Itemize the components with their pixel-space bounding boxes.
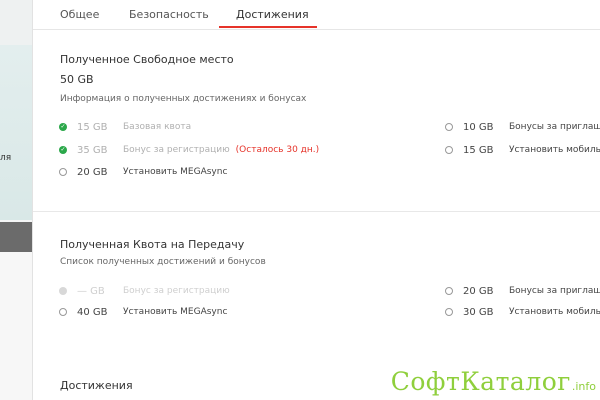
storage-bonus-row: ✓ 35 GB Бонус за регистрацию (Осталось 3… [59, 143, 319, 157]
storage-total-value: 50 GB [60, 73, 94, 86]
radio-circle-icon [59, 168, 67, 176]
transfer-heading: Полученная Квота на Передачу [60, 238, 245, 251]
radio-circle-icon [59, 308, 67, 316]
bonus-amount: 35 GB [77, 144, 108, 156]
bonus-label: Базовая квота [123, 122, 192, 132]
bonus-amount: — GB [77, 285, 105, 297]
bonus-label: Установить мобильно [509, 307, 600, 317]
achievements-heading: Достижения [60, 379, 133, 392]
tab-general[interactable]: Общее [60, 8, 99, 21]
bonus-amount: 40 GB [77, 306, 108, 318]
bonus-label: Установить MEGAsync [123, 167, 228, 177]
bonus-label: Установить MEGAsync [123, 307, 228, 317]
check-icon: ✓ [59, 123, 67, 131]
storage-bonus-row[interactable]: 10 GB Бонусы за приглашен [445, 120, 600, 134]
storage-bonus-row[interactable]: 20 GB Установить MEGAsync [59, 165, 227, 179]
bonus-label: Бонусы за приглашен [509, 122, 600, 132]
check-icon: ✓ [59, 146, 67, 154]
bonus-label: Бонус за регистрацию [123, 145, 230, 155]
watermark-main: СофтКаталог [390, 367, 571, 396]
watermark-sub: .info [571, 380, 596, 393]
bonus-label: Бонус за регистрацию [123, 286, 230, 296]
transfer-bonus-row[interactable]: 30 GB Установить мобильно [445, 305, 600, 319]
bonus-label: Бонусы за приглашен [509, 286, 600, 296]
storage-description: Информация о полученных достижениях и бо… [60, 94, 307, 104]
radio-circle-icon [445, 308, 453, 316]
storage-heading: Полученное Свободное место [60, 53, 234, 66]
bonus-amount: 10 GB [463, 121, 494, 133]
bonus-label: Установить мобильно [509, 145, 600, 155]
transfer-description: Список полученных достижений и бонусов [60, 257, 266, 267]
radio-circle-icon [445, 123, 453, 131]
storage-bonus-row: ✓ 15 GB Базовая квота [59, 120, 191, 134]
dot-icon [59, 287, 67, 295]
bonus-amount: 20 GB [463, 285, 494, 297]
bonus-amount: 30 GB [463, 306, 494, 318]
bonus-amount: 15 GB [77, 121, 108, 133]
bonus-amount: 15 GB [463, 144, 494, 156]
active-tab-indicator [219, 26, 317, 28]
tab-security[interactable]: Безопасность [129, 8, 209, 21]
transfer-bonus-row[interactable]: 40 GB Установить MEGAsync [59, 305, 227, 319]
section-divider [33, 211, 600, 212]
transfer-bonus-row: — GB Бонус за регистрацию [59, 284, 230, 298]
radio-circle-icon [445, 287, 453, 295]
bonus-amount: 20 GB [77, 166, 108, 178]
softcatalog-watermark: СофтКаталог .info [391, 367, 596, 396]
radio-circle-icon [445, 146, 453, 154]
sidebar-account-panel [0, 45, 32, 220]
transfer-bonus-row[interactable]: 20 GB Бонусы за приглашен [445, 284, 600, 298]
sidebar: ля [0, 0, 33, 400]
tab-bar: Общее Безопасность Достижения [33, 0, 600, 30]
sidebar-lower [0, 252, 32, 400]
bonus-expiry-note: (Осталось 30 дн.) [235, 145, 320, 155]
tab-achievements[interactable]: Достижения [236, 8, 309, 21]
sidebar-top [0, 0, 32, 45]
sidebar-item-selected[interactable] [0, 222, 32, 252]
sidebar-nav-label[interactable]: ля [0, 153, 11, 163]
achievements-panel: Полученное Свободное место 50 GB Информа… [33, 31, 600, 400]
storage-bonus-row[interactable]: 15 GB Установить мобильно [445, 143, 600, 157]
